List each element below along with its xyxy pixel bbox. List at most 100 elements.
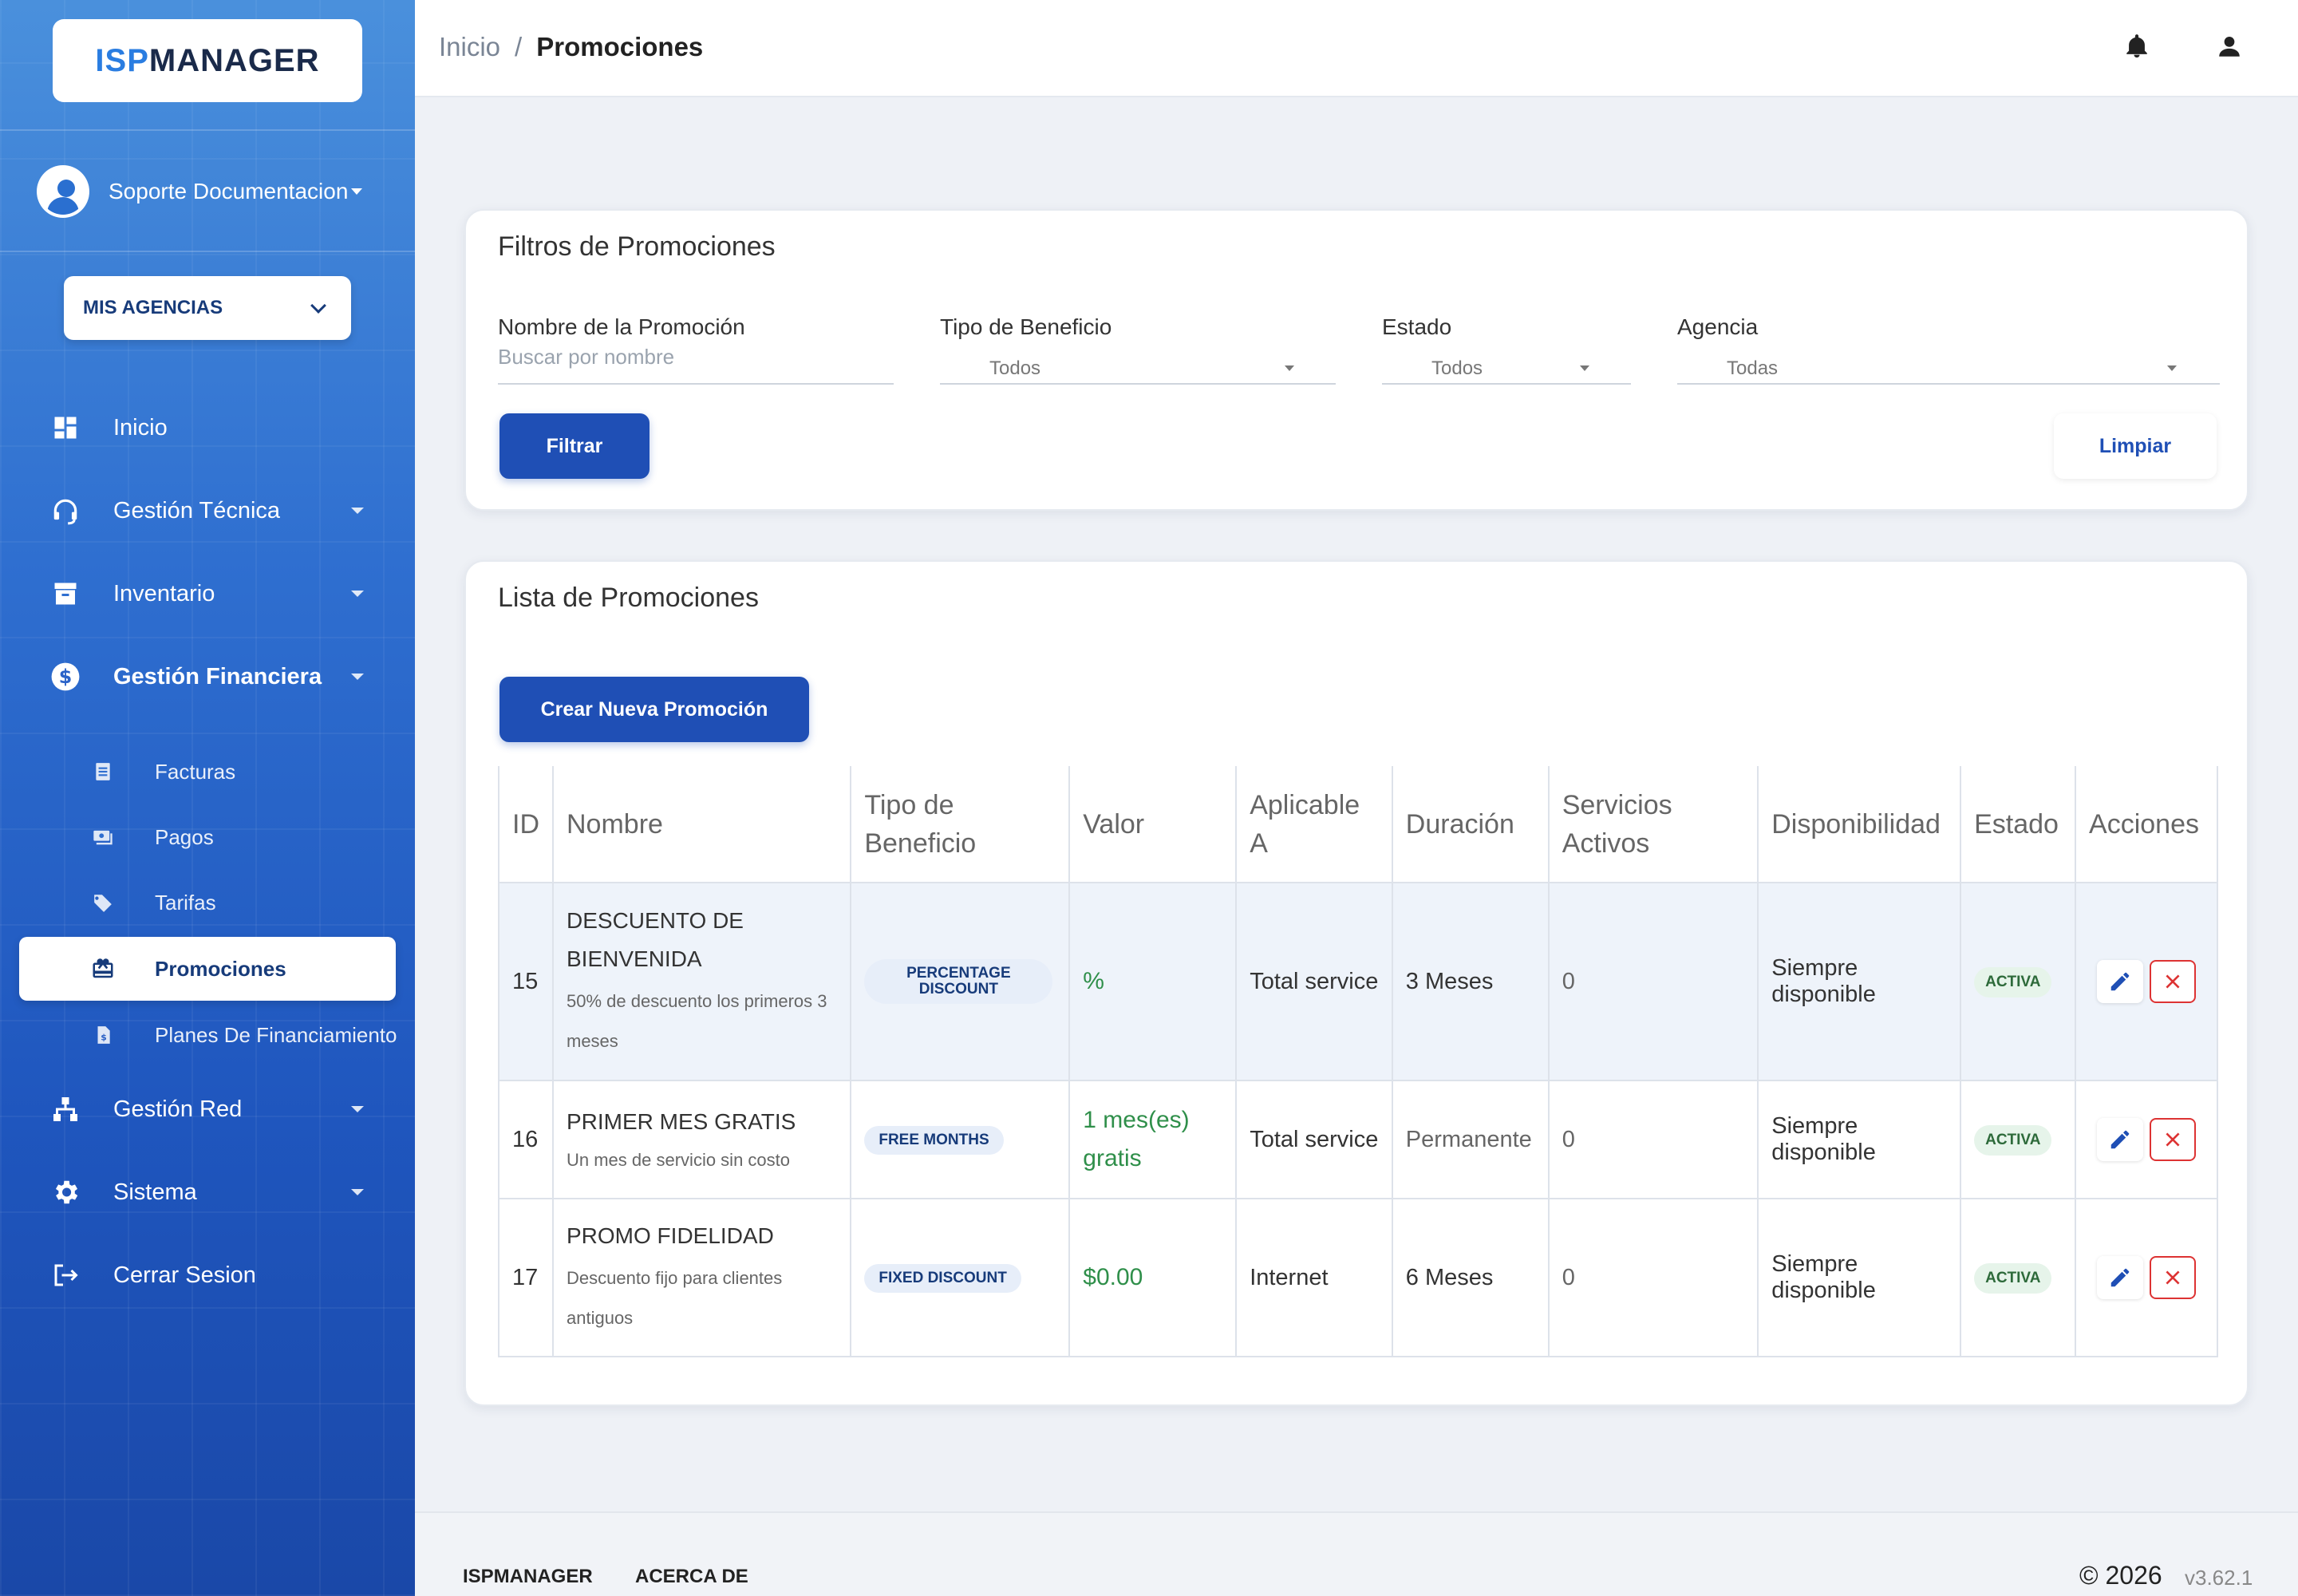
caret-down-icon (351, 1189, 364, 1195)
cell-servicios: 0 (1547, 1080, 1759, 1199)
footer-link-acerca[interactable]: ACERCA DE (635, 1566, 748, 1588)
promotion-value: % (1083, 968, 1104, 994)
pencil-icon (2110, 1268, 2130, 1287)
sub-item-promociones[interactable]: Promociones (19, 937, 396, 1001)
footer-link-ispmanager[interactable]: ISPMANAGER (463, 1566, 593, 1588)
nombre-filter-label: Nombre de la Promoción (498, 314, 745, 339)
nav-item-inicio[interactable]: Inicio (0, 396, 415, 460)
col-header-acciones: Acciones (2075, 766, 2218, 883)
sub-item-pagos[interactable]: Pagos (0, 809, 415, 865)
delete-button[interactable] (2150, 1256, 2197, 1299)
footer: ISPMANAGER ACERCA DE © 2026 v3.62.1 (415, 1511, 2298, 1596)
sub-item-facturas[interactable]: Facturas (0, 744, 415, 800)
brand-logo[interactable]: ISP MANAGER (53, 19, 362, 102)
sub-item-planes[interactable]: $ Planes De Financiamiento (0, 1007, 415, 1063)
cell-valor: $0.00 (1068, 1198, 1238, 1357)
col-header-tipo[interactable]: Tipo de Beneficio (850, 766, 1071, 883)
user-menu[interactable]: Soporte Documentacion (37, 164, 388, 219)
account-icon[interactable] (2213, 30, 2245, 62)
estado-filter: Estado Todos (1382, 314, 1631, 385)
agencia-select[interactable]: Todas (1727, 358, 1778, 380)
user-name: Soporte Documentacion (109, 179, 349, 203)
nombre-filter: Nombre de la Promoción Buscar por nombre (498, 314, 894, 385)
col-header-valor[interactable]: Valor (1068, 766, 1238, 883)
estado-label: Estado (1382, 314, 1452, 339)
cell-aplicable: Total service (1235, 882, 1393, 1081)
top-bar: Inicio / Promociones (415, 0, 2298, 97)
caret-down-icon (351, 188, 362, 195)
redeem-icon (91, 957, 115, 981)
filtrar-button[interactable]: Filtrar (499, 413, 650, 479)
edit-button[interactable] (2097, 1118, 2144, 1161)
nav-label: Gestión Red (113, 1096, 243, 1122)
estado-select[interactable]: Todos (1431, 358, 1483, 380)
agency-dropdown-button[interactable]: MIS AGENCIAS (64, 276, 351, 340)
status-badge: ACTIVA (1974, 1262, 2052, 1294)
tipo-beneficio-label: Tipo de Beneficio (940, 314, 1112, 339)
tipo-beneficio-select[interactable]: Todos (989, 358, 1040, 380)
logout-icon (49, 1259, 81, 1291)
promotion-name: PRIMER MES GRATIS (567, 1109, 796, 1134)
input-underline (1382, 383, 1631, 385)
cell-acciones (2075, 1080, 2218, 1199)
breadcrumb-current: Promociones (536, 32, 704, 61)
nombre-search-input[interactable]: Buscar por nombre (498, 345, 674, 369)
filters-title: Filtros de Promociones (498, 231, 776, 262)
close-icon (2166, 1270, 2180, 1285)
payments-icon (91, 825, 115, 849)
receipt-icon (91, 760, 115, 784)
col-header-nombre[interactable]: Nombre (551, 766, 852, 883)
edit-button[interactable] (2097, 1256, 2144, 1299)
nav-item-cerrar-sesion[interactable]: Cerrar Sesion (0, 1243, 415, 1307)
cell-tipo: FREE MONTHS (850, 1080, 1071, 1199)
chevron-down-icon (310, 298, 326, 314)
nav-item-gestion-financiera[interactable]: $ Gestión Financiera (0, 645, 415, 709)
col-header-id[interactable]: ID (498, 766, 554, 883)
cell-id: 17 (498, 1198, 554, 1357)
col-header-estado[interactable]: Estado (1960, 766, 2077, 883)
col-header-aplicable[interactable]: Aplicable A (1235, 766, 1393, 883)
bell-icon[interactable] (2121, 30, 2153, 62)
nav-label: Inicio (113, 414, 168, 440)
cell-nombre: PRIMER MES GRATIS Un mes de servicio sin… (551, 1080, 852, 1199)
cell-nombre: PROMO FIDELIDAD Descuento fijo para clie… (551, 1198, 852, 1357)
input-underline (1677, 383, 2220, 385)
cell-disponibilidad: Siempre disponible (1757, 1198, 1962, 1357)
agency-button-label: MIS AGENCIAS (83, 297, 223, 318)
table-row[interactable]: 16 PRIMER MES GRATIS Un mes de servicio … (498, 1080, 2218, 1199)
sub-label: Planes De Financiamiento (155, 1022, 397, 1047)
col-header-disponibilidad[interactable]: Disponibilidad (1757, 766, 1962, 883)
sub-item-tarifas[interactable]: Tarifas (0, 875, 415, 930)
svg-text:$: $ (101, 1033, 107, 1043)
cell-servicios: 0 (1547, 882, 1759, 1081)
sub-label: Pagos (155, 824, 214, 849)
cell-duracion: 3 Meses (1391, 882, 1550, 1081)
brand-logo-manager: MANAGER (148, 42, 320, 78)
nav-item-inventario[interactable]: Inventario (0, 562, 415, 626)
nav-label: Cerrar Sesion (113, 1262, 256, 1288)
delete-button[interactable] (2150, 960, 2197, 1003)
benefit-type-badge: PERCENTAGE DISCOUNT (864, 959, 1053, 1004)
cell-duracion: Permanente (1391, 1080, 1550, 1199)
nav-item-sistema[interactable]: Sistema (0, 1160, 415, 1224)
col-header-duracion[interactable]: Duración (1391, 766, 1550, 883)
cell-estado: ACTIVA (1960, 1198, 2077, 1357)
caret-down-icon (351, 591, 364, 597)
delete-button[interactable] (2150, 1118, 2197, 1161)
table-header-row: ID Nombre Tipo de Beneficio Valor Aplica… (498, 766, 2218, 883)
limpiar-button[interactable]: Limpiar (2054, 413, 2217, 479)
col-header-servicios[interactable]: Servicios Activos (1547, 766, 1759, 883)
benefit-type-badge: FIXED DISCOUNT (864, 1264, 1021, 1293)
edit-button[interactable] (2097, 960, 2144, 1003)
breadcrumb-home[interactable]: Inicio (439, 32, 500, 62)
nav-item-gestion-tecnica[interactable]: Gestión Técnica (0, 479, 415, 543)
promotion-value: 1 mes(es) gratis (1083, 1107, 1190, 1171)
cell-estado: ACTIVA (1960, 1080, 2077, 1199)
table-row[interactable]: 17 PROMO FIDELIDAD Descuento fijo para c… (498, 1198, 2218, 1357)
promotion-value: $0.00 (1083, 1264, 1143, 1290)
create-promotion-button[interactable]: Crear Nueva Promoción (499, 677, 809, 742)
promotions-table: ID Nombre Tipo de Beneficio Valor Aplica… (498, 766, 2218, 1357)
table-row[interactable]: 15 DESCUENTO DE BIENVENIDA 50% de descue… (498, 882, 2218, 1081)
pencil-icon (2110, 1130, 2130, 1149)
nav-item-gestion-red[interactable]: Gestión Red (0, 1077, 415, 1141)
